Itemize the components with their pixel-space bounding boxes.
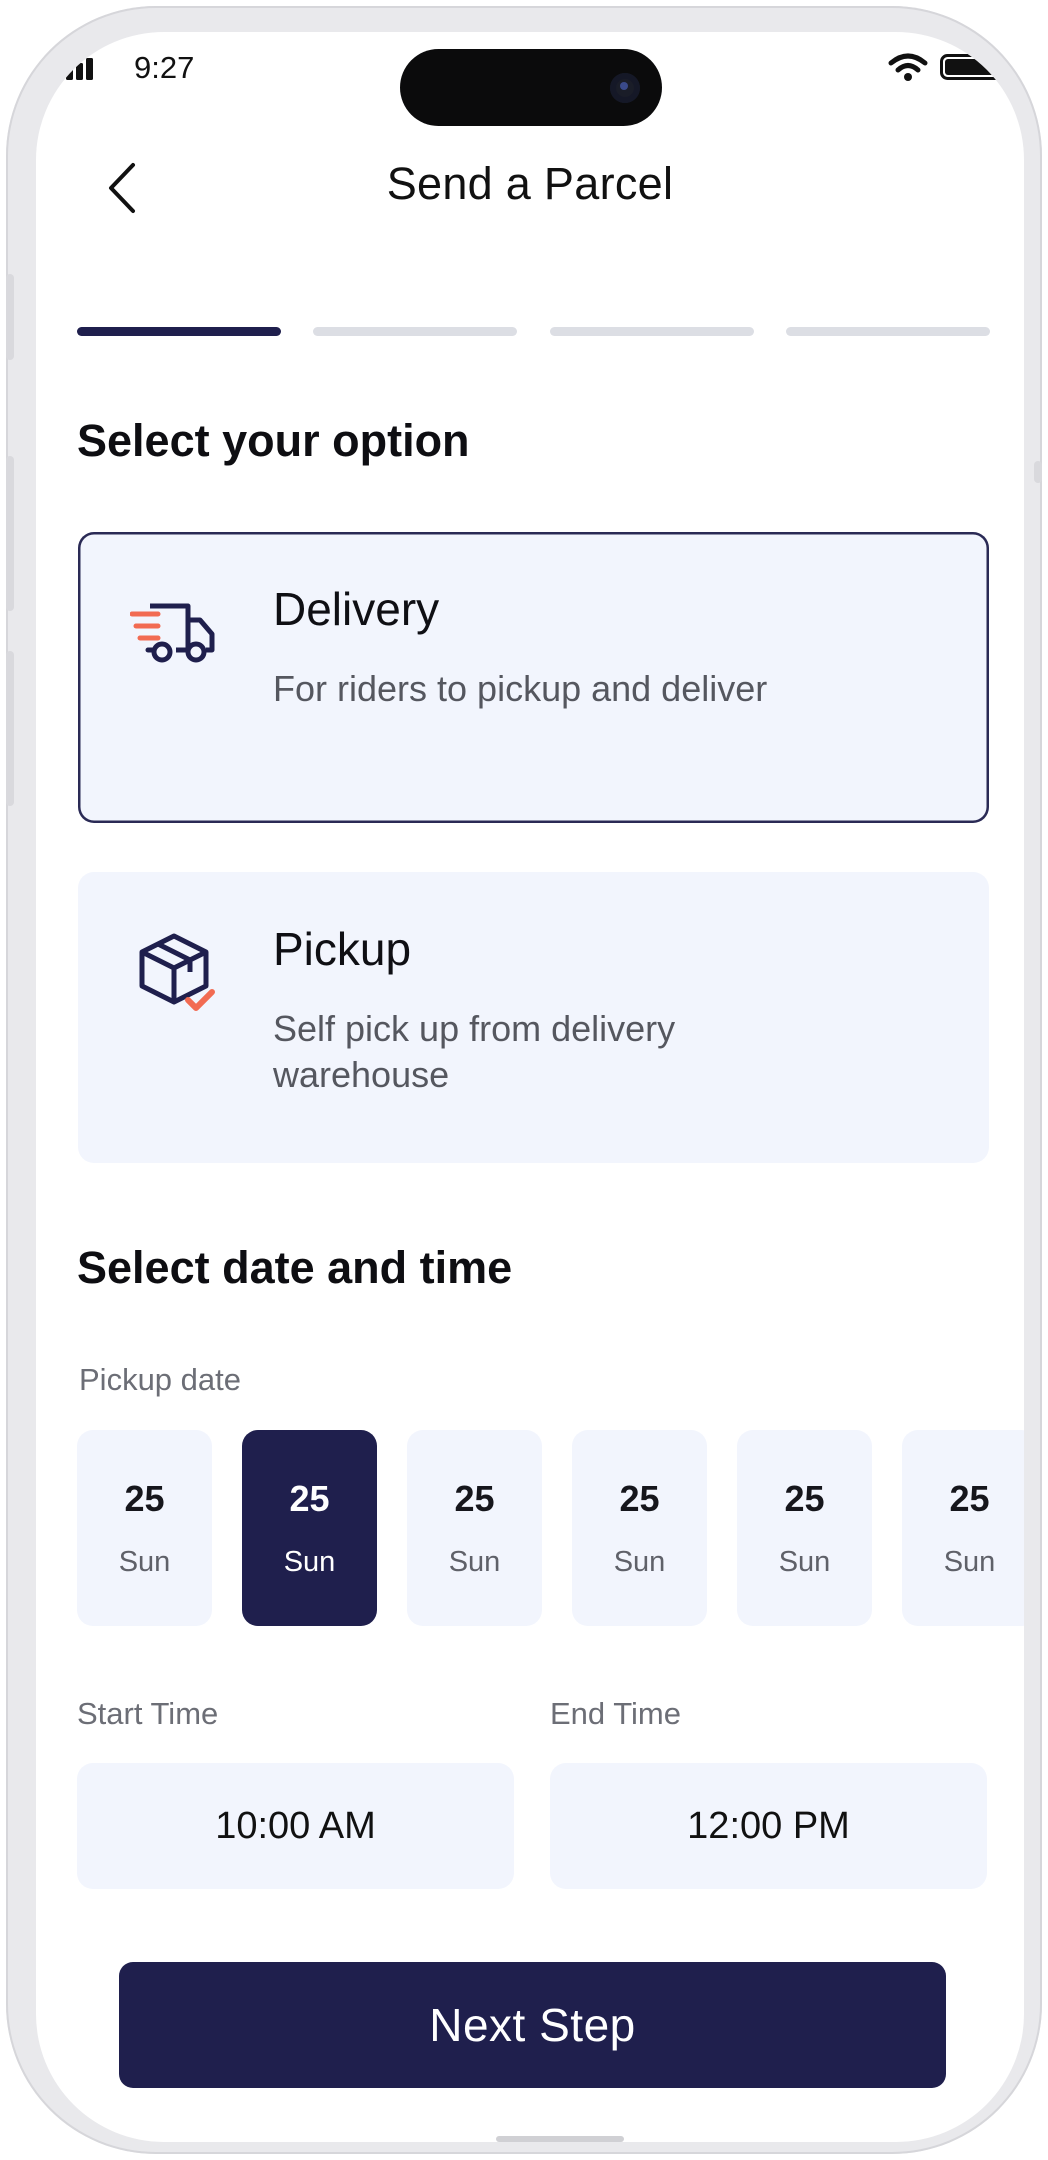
option-title-pickup: Pickup bbox=[273, 923, 412, 975]
options-section-title: Select your option bbox=[77, 415, 470, 466]
front-camera-icon bbox=[610, 73, 640, 103]
date-number: 25 bbox=[454, 1477, 495, 1519]
date-weekday: Sun bbox=[118, 1545, 171, 1578]
date-number: 25 bbox=[124, 1477, 165, 1519]
power-button bbox=[1034, 461, 1042, 483]
progress-step-1 bbox=[77, 327, 281, 336]
dynamic-island bbox=[400, 49, 662, 126]
start-time-label: Start Time bbox=[77, 1696, 219, 1731]
date-chip-selected[interactable]: 25 Sun bbox=[242, 1430, 377, 1626]
wifi-icon bbox=[888, 53, 928, 81]
date-chip[interactable]: 25 Sun bbox=[77, 1430, 212, 1626]
volume-up-button bbox=[6, 456, 14, 611]
date-number: 25 bbox=[619, 1477, 660, 1519]
option-card-pickup[interactable]: Pickup Self pick up from delivery wareho… bbox=[78, 872, 989, 1163]
progress-step-3 bbox=[549, 327, 754, 336]
date-chip[interactable]: 25 Sun bbox=[407, 1430, 542, 1626]
app-screen: 9:27 Send a Parcel Select your option De… bbox=[36, 32, 1024, 2142]
schedule-section-title: Select date and time bbox=[77, 1242, 513, 1293]
date-weekday: Sun bbox=[943, 1545, 996, 1578]
status-time: 9:27 bbox=[134, 50, 195, 85]
progress-step-2 bbox=[313, 327, 518, 336]
delivery-truck-icon bbox=[130, 603, 215, 663]
mute-switch bbox=[6, 274, 14, 360]
step-progress bbox=[77, 327, 990, 336]
date-chip[interactable]: 25 Sun bbox=[737, 1430, 872, 1626]
battery-icon bbox=[940, 54, 1021, 80]
date-number: 25 bbox=[289, 1477, 330, 1519]
end-time-label: End Time bbox=[550, 1696, 681, 1731]
date-weekday: Sun bbox=[283, 1545, 336, 1578]
date-number: 25 bbox=[949, 1477, 990, 1519]
date-chip[interactable]: 25 Sun bbox=[902, 1430, 1024, 1626]
home-indicator bbox=[496, 2136, 624, 2142]
package-check-icon bbox=[139, 933, 215, 1011]
option-title-delivery: Delivery bbox=[273, 583, 440, 635]
date-weekday: Sun bbox=[448, 1545, 501, 1578]
date-selector: 25 Sun 25 Sun 25 Sun 25 Sun 25 Sun 25 Su… bbox=[77, 1430, 1024, 1626]
date-number: 25 bbox=[784, 1477, 825, 1519]
option-desc-delivery: For riders to pickup and deliver bbox=[273, 668, 768, 709]
page-title: Send a Parcel bbox=[386, 158, 674, 209]
progress-step-4 bbox=[785, 327, 990, 336]
date-weekday: Sun bbox=[778, 1545, 831, 1578]
option-card-delivery[interactable]: Delivery For riders to pickup and delive… bbox=[78, 532, 989, 823]
volume-down-button bbox=[6, 651, 14, 806]
pickup-date-label: Pickup date bbox=[79, 1362, 241, 1397]
start-time-field[interactable]: 10:00 AM bbox=[77, 1763, 514, 1889]
next-step-button[interactable]: Next Step bbox=[119, 1962, 946, 2088]
date-weekday: Sun bbox=[613, 1545, 666, 1578]
date-chip[interactable]: 25 Sun bbox=[572, 1430, 707, 1626]
end-time-field[interactable]: 12:00 PM bbox=[550, 1763, 987, 1889]
phone-frame: 9:27 Send a Parcel Select your option De… bbox=[6, 6, 1042, 2154]
cellular-signal-icon bbox=[66, 58, 93, 80]
option-desc-pickup: Self pick up from delivery warehouse bbox=[273, 1008, 676, 1095]
